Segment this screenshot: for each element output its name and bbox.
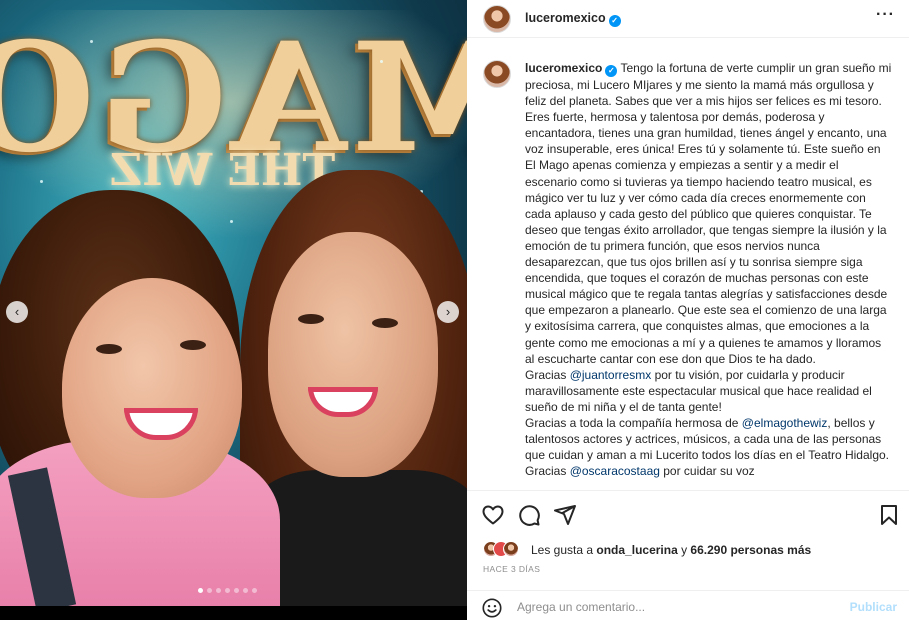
comment-icon[interactable] — [517, 503, 541, 527]
likes-middle: y — [677, 543, 691, 557]
post-timestamp[interactable]: HACE 3 DÍAS — [483, 564, 540, 574]
likes-count-link[interactable]: 66.290 personas más — [690, 543, 811, 557]
chevron-left-icon: ‹ — [14, 304, 20, 319]
carousel-prev-button[interactable]: ‹ — [6, 301, 28, 323]
sparkle — [230, 220, 233, 223]
liker-avatar[interactable] — [503, 541, 519, 557]
verified-badge-icon: ✓ — [605, 65, 618, 77]
eye — [180, 340, 206, 350]
caption-avatar[interactable] — [483, 60, 511, 88]
mention-link[interactable]: @oscaracostaag — [570, 464, 660, 478]
woman-top — [250, 470, 467, 606]
caption-text: por cuidar su voz — [659, 464, 755, 479]
verified-badge-icon: ✓ — [608, 15, 621, 27]
carousel-dot[interactable] — [216, 588, 221, 593]
avatar[interactable] — [483, 5, 511, 33]
eye — [298, 314, 324, 324]
mention-link[interactable]: @elmagothewiz — [742, 416, 828, 430]
sparkle — [380, 60, 383, 63]
post-side-panel: luceromexico ✓ ··· luceromexico ✓ Tengo la… — [467, 0, 909, 620]
heart-icon[interactable] — [481, 503, 505, 527]
caption-text: Gracias — [525, 367, 570, 382]
smile — [124, 408, 198, 440]
more-horizontal-icon: ··· — [876, 6, 895, 23]
bookmark-icon[interactable] — [877, 503, 901, 527]
likes-user-link[interactable]: onda_lucerina — [596, 543, 677, 557]
caption-paragraph-2: Gracias @juantorresmx por tu visión, por… — [525, 367, 893, 415]
caption-paragraph-3: Gracias a toda la compañía hermosa de @e… — [525, 415, 893, 479]
carousel-dot[interactable] — [207, 588, 212, 593]
comment-bar: Agrega un comentario... Publicar — [467, 590, 909, 620]
likes-prefix: Les gusta a — [531, 543, 597, 557]
header-username-wrap: luceromexico ✓ — [525, 11, 621, 27]
caption-text: Tengo la fortuna de verte cumplir un gra… — [525, 61, 892, 366]
carousel-dot[interactable] — [225, 588, 230, 593]
carousel-dot[interactable] — [243, 588, 248, 593]
carousel-dot[interactable] — [234, 588, 239, 593]
carousel-dot[interactable] — [198, 588, 203, 593]
post-photo[interactable]: MAGO THE WIZ — [0, 0, 467, 606]
eye — [96, 344, 122, 354]
eye — [372, 318, 398, 328]
carousel-indicator — [198, 588, 257, 593]
caption-paragraph-1: luceromexico ✓ Tengo la fortuna de verte … — [525, 60, 893, 367]
sparkle — [90, 40, 93, 43]
carousel-dot[interactable] — [252, 588, 257, 593]
likes-text: Les gusta a onda_lucerina y 66.290 perso… — [531, 543, 811, 557]
mention-link[interactable]: @juantorresmx — [570, 368, 652, 382]
comment-input[interactable]: Agrega un comentario... — [517, 600, 645, 614]
publish-button[interactable]: Publicar — [850, 600, 897, 614]
send-icon[interactable] — [553, 503, 577, 527]
caption-scroll-area[interactable]: luceromexico ✓ Tengo la fortuna de verte … — [467, 50, 909, 490]
post-header: luceromexico ✓ ··· — [467, 0, 909, 38]
caption-text: Gracias a toda la compañía hermosa de — [525, 415, 742, 430]
more-options-button[interactable]: ··· — [876, 6, 895, 24]
girl-face — [62, 278, 242, 498]
post-media: MAGO THE WIZ ‹ › — [0, 0, 467, 620]
smile — [308, 387, 378, 417]
caption-username[interactable]: luceromexico — [525, 61, 602, 75]
carousel-next-button[interactable]: › — [437, 301, 459, 323]
emoji-icon[interactable] — [481, 597, 503, 619]
post-caption: luceromexico ✓ Tengo la fortuna de verte … — [525, 60, 893, 479]
chevron-right-icon: › — [445, 304, 451, 319]
header-username[interactable]: luceromexico — [525, 11, 606, 25]
woman-face — [268, 232, 438, 477]
sparkle — [40, 180, 43, 183]
